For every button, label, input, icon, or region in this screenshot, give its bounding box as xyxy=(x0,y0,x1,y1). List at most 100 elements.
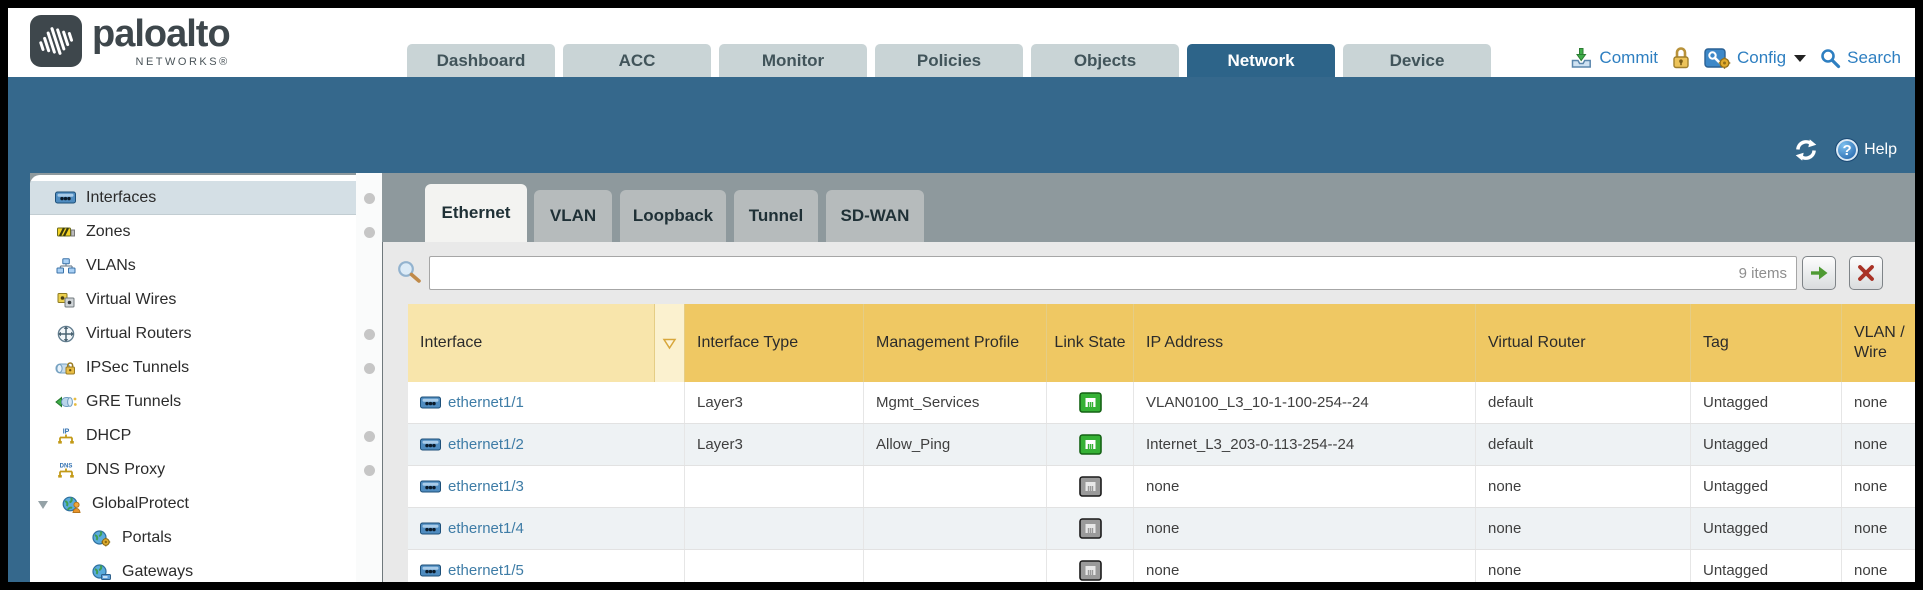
column-menu-button[interactable] xyxy=(654,304,684,382)
link-state-cell xyxy=(1047,550,1134,582)
management-profile-cell: Allow_Ping xyxy=(864,424,1047,465)
interface-link[interactable]: ethernet1/3 xyxy=(448,478,524,495)
interface-cell: ethernet1/1 xyxy=(408,382,685,423)
sidebar-item-gateways[interactable]: Gateways xyxy=(30,555,356,582)
tab-ethernet[interactable]: Ethernet xyxy=(425,184,527,242)
table-row[interactable]: ethernet1/2 Layer3 Allow_Ping Internet_L… xyxy=(408,424,1915,466)
config-menu[interactable]: Config xyxy=(1704,46,1806,70)
sidebar-item-globalprotect[interactable]: GlobalProtect xyxy=(30,487,356,521)
interface-link[interactable]: ethernet1/2 xyxy=(448,436,524,453)
tab-loopback[interactable]: Loopback xyxy=(620,190,726,242)
sidebar-item-label: VLANs xyxy=(86,257,136,275)
sidebar-item-gre-tunnels[interactable]: GRE Tunnels xyxy=(30,385,356,419)
tab-acc[interactable]: ACC xyxy=(563,44,711,77)
table-row[interactable]: ethernet1/1 Layer3 Mgmt_Services VLAN010… xyxy=(408,382,1915,424)
tab-objects[interactable]: Objects xyxy=(1031,44,1179,77)
ethernet-panel: 9 items xyxy=(382,242,1915,582)
sidebar-item-interfaces[interactable]: Interfaces xyxy=(30,181,356,215)
table-row[interactable]: ethernet1/4 none none Untagged none xyxy=(408,508,1915,550)
sidebar-item-label: Zones xyxy=(86,223,130,241)
sidebar-item-portals[interactable]: Portals xyxy=(30,521,356,555)
col-header-interface[interactable]: Interface xyxy=(408,304,685,382)
sidebar-item-vlans[interactable]: VLANs xyxy=(30,249,356,283)
brand-name: paloalto xyxy=(92,15,230,53)
clear-filter-button[interactable] xyxy=(1849,256,1883,290)
interface-link[interactable]: ethernet1/1 xyxy=(448,394,524,411)
left-accent-strip xyxy=(8,173,30,582)
commit-icon xyxy=(1569,46,1593,70)
sidebar-item-dot xyxy=(364,431,375,442)
col-header-virtual-router[interactable]: Virtual Router xyxy=(1476,304,1691,382)
link-state-cell xyxy=(1047,382,1134,423)
gateways-icon xyxy=(90,564,113,581)
virtual-router-cell: default xyxy=(1476,382,1691,423)
link-state-cell xyxy=(1047,466,1134,507)
col-header-management-profile[interactable]: Management Profile xyxy=(864,304,1047,382)
table-row[interactable]: ethernet1/3 none none Untagged none xyxy=(408,466,1915,508)
tab-policies[interactable]: Policies xyxy=(875,44,1023,77)
interface-link[interactable]: ethernet1/4 xyxy=(448,520,524,537)
link-state-cell xyxy=(1047,508,1134,549)
tab-device[interactable]: Device xyxy=(1343,44,1491,77)
lock-icon[interactable] xyxy=(1671,46,1691,70)
close-icon xyxy=(1856,263,1876,283)
interface-icon xyxy=(420,564,441,577)
interfaces-icon xyxy=(54,191,77,204)
tab-network[interactable]: Network xyxy=(1187,44,1335,77)
vlan-wire-cell: none xyxy=(1842,382,1915,423)
main-content: Ethernet VLAN Loopback Tunnel SD-WAN 9 i… xyxy=(382,173,1915,582)
sidebar-item-zones[interactable]: Zones xyxy=(30,215,356,249)
tag-cell: Untagged xyxy=(1691,382,1842,423)
table-row[interactable]: ethernet1/5 none none Untagged none xyxy=(408,550,1915,582)
tab-dashboard[interactable]: Dashboard xyxy=(407,44,555,77)
col-header-interface-type[interactable]: Interface Type xyxy=(685,304,864,382)
sidebar-item-ipsec-tunnels[interactable]: IPSec Tunnels xyxy=(30,351,356,385)
sidebar-item-dhcp[interactable]: IP DHCP xyxy=(30,419,356,453)
tab-sdwan[interactable]: SD-WAN xyxy=(826,190,924,242)
apply-filter-button[interactable] xyxy=(1802,256,1836,290)
management-profile-cell xyxy=(864,466,1047,507)
filter-input[interactable] xyxy=(430,257,1739,289)
sidebar-splitter[interactable] xyxy=(356,173,382,582)
tab-tunnel[interactable]: Tunnel xyxy=(734,190,818,242)
link-state-cell xyxy=(1047,424,1134,465)
ip-address-cell: VLAN0100_L3_10-1-100-254--24 xyxy=(1134,382,1476,423)
ip-address-cell: none xyxy=(1134,508,1476,549)
sidebar-item-label: Virtual Routers xyxy=(86,325,192,343)
config-label: Config xyxy=(1737,48,1786,68)
tree-expander-icon[interactable] xyxy=(36,499,50,510)
col-header-vlan-wire[interactable]: VLAN / Wire xyxy=(1842,304,1915,382)
interface-cell: ethernet1/4 xyxy=(408,508,685,549)
arrow-right-icon xyxy=(1808,262,1830,284)
ip-address-cell: none xyxy=(1134,550,1476,582)
sidebar-item-label: GRE Tunnels xyxy=(86,393,181,411)
sidebar-item-label: IPSec Tunnels xyxy=(86,359,189,377)
tag-cell: Untagged xyxy=(1691,466,1842,507)
interface-icon xyxy=(420,522,441,535)
link-down-icon xyxy=(1079,518,1102,539)
sidebar-item-virtual-wires[interactable]: Virtual Wires xyxy=(30,283,356,317)
search-button[interactable]: Search xyxy=(1819,47,1901,69)
paloalto-logo: paloalto NETWORKS® xyxy=(30,15,230,68)
col-header-link-state[interactable]: Link State xyxy=(1047,304,1134,382)
sidebar-item-dot xyxy=(364,193,375,204)
commit-button[interactable]: Commit xyxy=(1569,46,1658,70)
col-header-ip-address[interactable]: IP Address xyxy=(1134,304,1476,382)
filter-bar: 9 items xyxy=(383,242,1915,304)
interface-cell: ethernet1/3 xyxy=(408,466,685,507)
interface-type-cell: Layer3 xyxy=(685,424,864,465)
portals-icon xyxy=(90,530,113,547)
interface-type-tabs: Ethernet VLAN Loopback Tunnel SD-WAN xyxy=(382,173,1915,242)
sidebar-item-label: DHCP xyxy=(86,427,131,445)
tag-cell: Untagged xyxy=(1691,550,1842,582)
refresh-icon[interactable] xyxy=(1793,137,1819,163)
tab-vlan[interactable]: VLAN xyxy=(534,190,612,242)
interface-link[interactable]: ethernet1/5 xyxy=(448,562,524,579)
help-button[interactable]: ? Help xyxy=(1835,138,1897,162)
sidebar-item-dns-proxy[interactable]: DNS DNS Proxy xyxy=(30,453,356,487)
tab-monitor[interactable]: Monitor xyxy=(719,44,867,77)
virtual-router-cell: default xyxy=(1476,424,1691,465)
col-header-tag[interactable]: Tag xyxy=(1691,304,1842,382)
sidebar-item-virtual-routers[interactable]: Virtual Routers xyxy=(30,317,356,351)
sidebar-item-label: Interfaces xyxy=(86,189,156,207)
